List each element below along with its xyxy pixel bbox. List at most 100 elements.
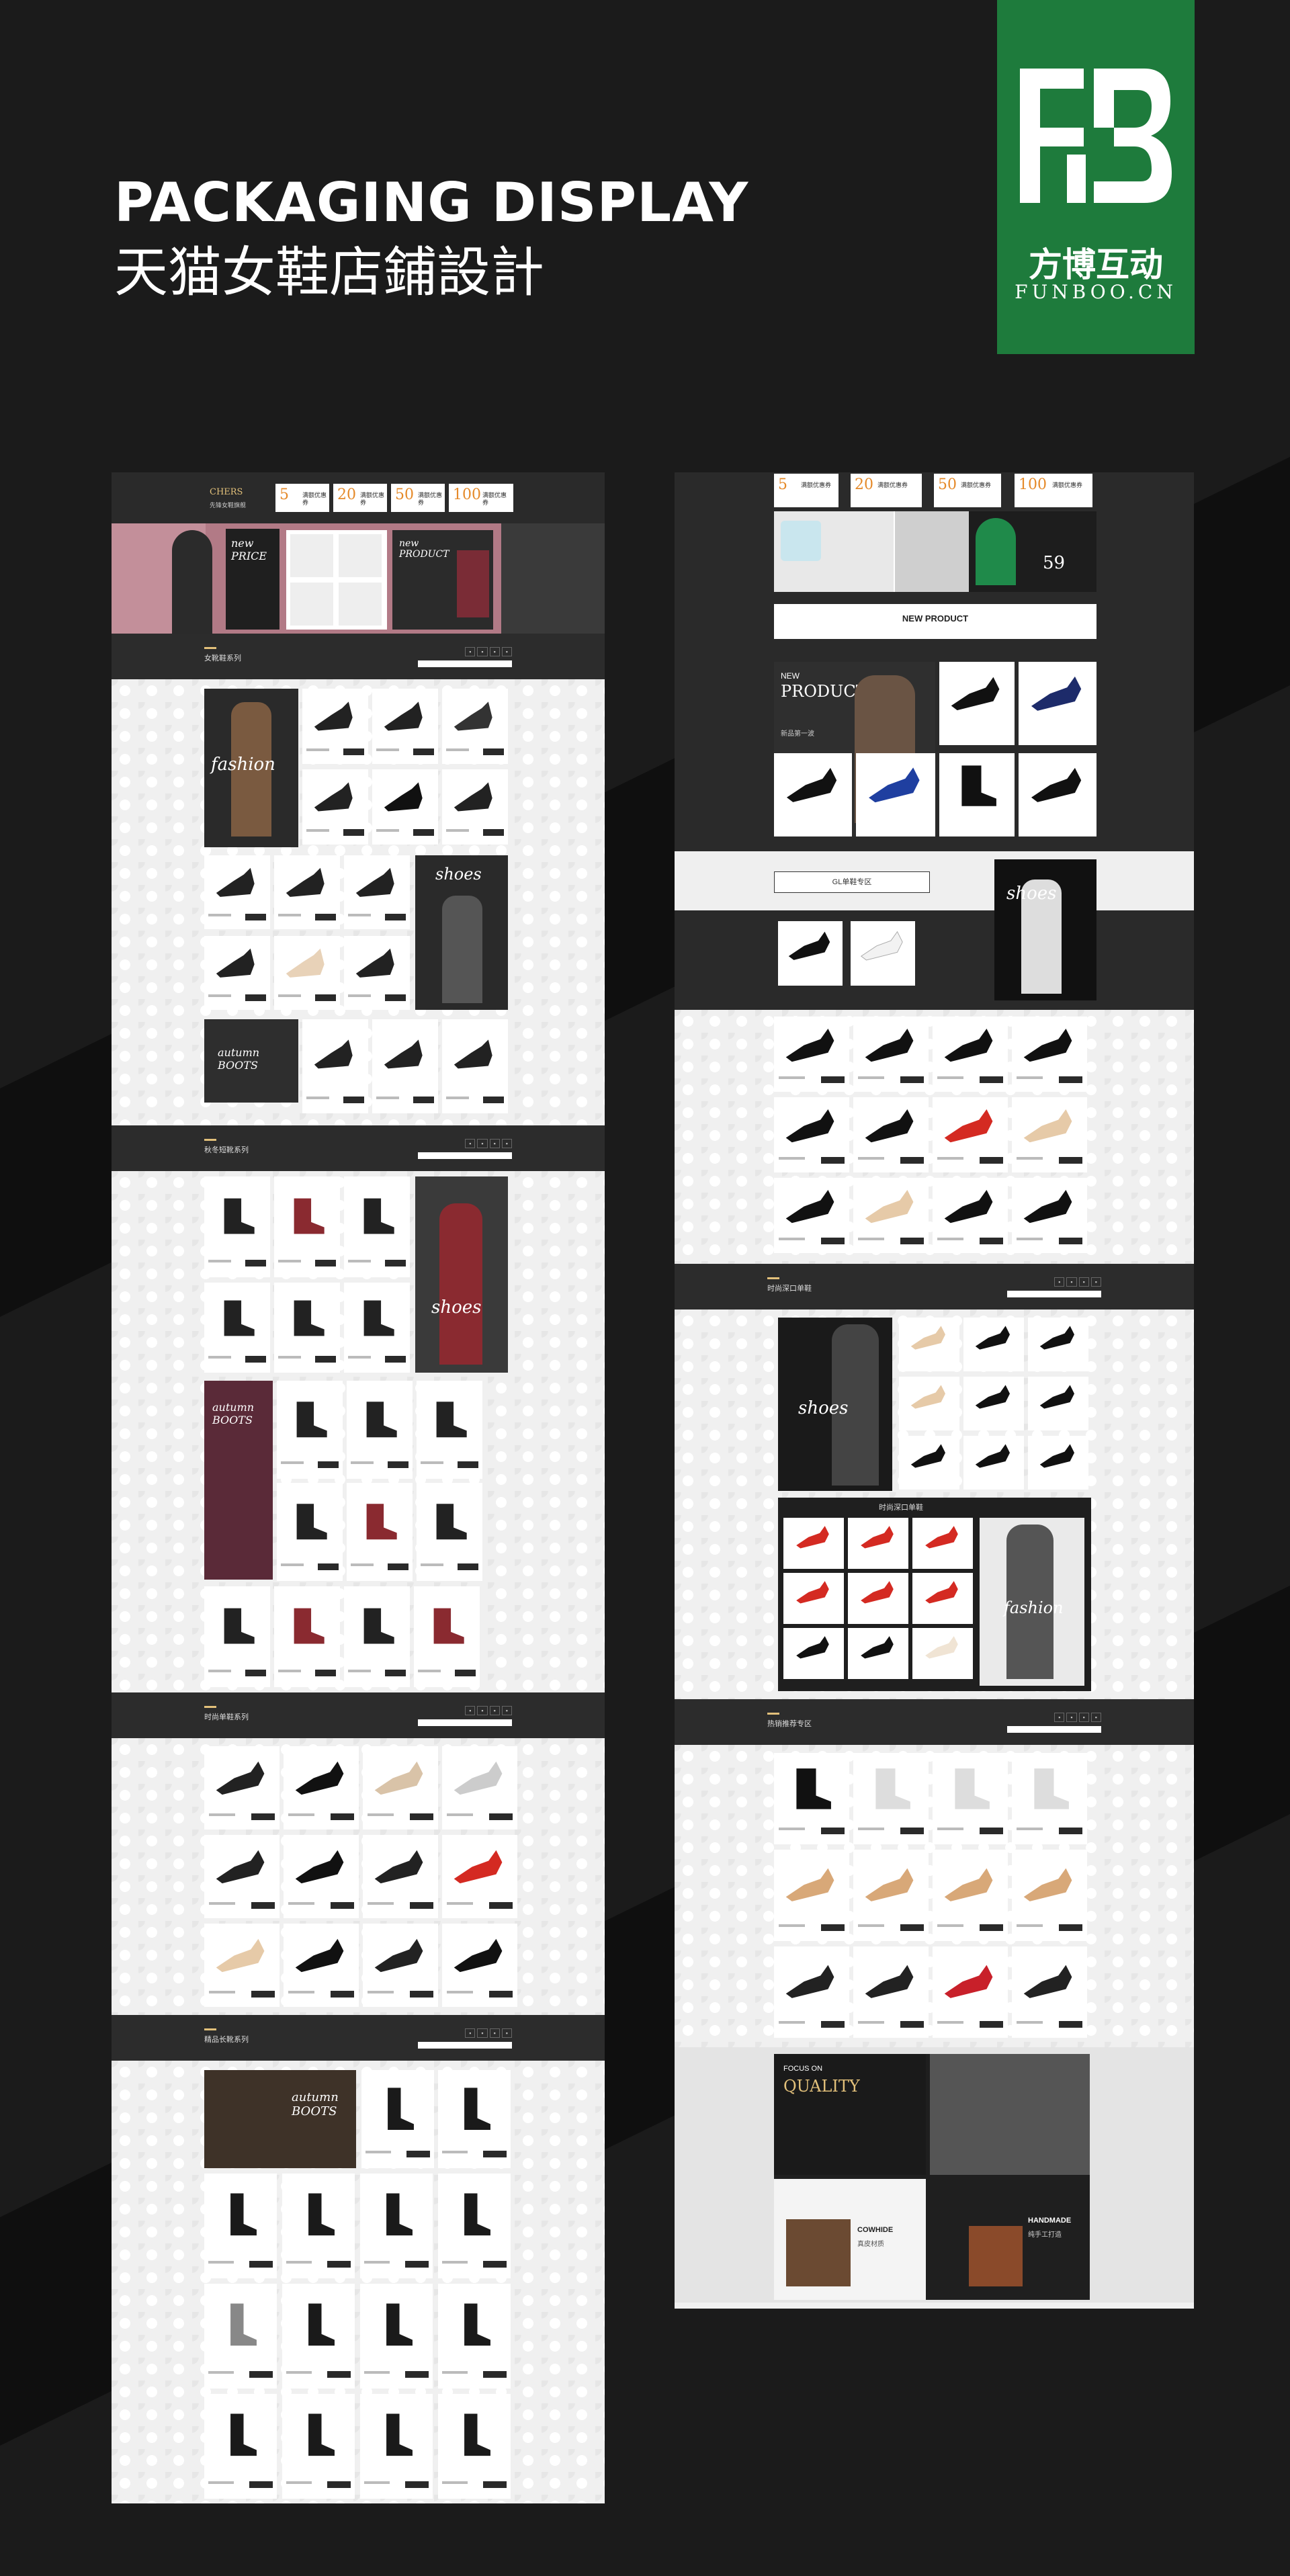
product-tile[interactable] xyxy=(344,1586,410,1687)
product-tile[interactable] xyxy=(1012,1850,1087,1941)
deep-mouth-shoes-promo[interactable]: shoes xyxy=(778,1318,892,1491)
product-tile[interactable] xyxy=(1028,1377,1088,1430)
shoes-promo-2[interactable]: shoes xyxy=(415,1176,508,1373)
coupon-100[interactable]: 100 满额优惠券 xyxy=(1015,474,1092,507)
right-section-search-1[interactable] xyxy=(1007,1291,1101,1297)
product-tile[interactable] xyxy=(372,1019,438,1113)
product-tile[interactable] xyxy=(204,1586,270,1687)
product-tile[interactable] xyxy=(274,936,340,1010)
product-tile[interactable] xyxy=(933,1017,1008,1092)
product-tile[interactable] xyxy=(933,1178,1008,1253)
product-tile[interactable] xyxy=(963,1318,1024,1371)
product-tile[interactable] xyxy=(361,2070,434,2168)
product-tile[interactable] xyxy=(363,1924,438,2007)
product-tile[interactable] xyxy=(933,1753,1008,1844)
left-banner[interactable]: new PRICE new PRODUCT xyxy=(112,523,605,634)
product-tile[interactable] xyxy=(899,1436,959,1490)
product-tile[interactable] xyxy=(939,662,1015,745)
product-tile[interactable] xyxy=(204,1924,280,2007)
right-section-tabs-1[interactable]: ▪ ▪ ▪ ▪ xyxy=(1052,1277,1101,1287)
product-tile[interactable] xyxy=(1012,1946,1087,2038)
product-tile[interactable] xyxy=(1012,1753,1087,1844)
product-tile[interactable] xyxy=(204,2394,277,2499)
coupon-100[interactable]: 100 满额优惠券 xyxy=(449,484,513,512)
product-tile[interactable] xyxy=(442,769,508,845)
product-tile[interactable] xyxy=(360,2284,433,2389)
product-tile[interactable] xyxy=(899,1318,959,1371)
product-tile[interactable] xyxy=(344,936,410,1010)
product-tile[interactable] xyxy=(848,1573,908,1624)
product-tile[interactable] xyxy=(284,1746,359,1830)
product-tile[interactable] xyxy=(438,2394,511,2499)
product-tile[interactable] xyxy=(1012,1097,1087,1172)
product-tile[interactable] xyxy=(912,1573,973,1624)
autumn-boots-promo-2[interactable]: autumn BOOTS xyxy=(204,1381,273,1580)
coupon-5[interactable]: 5 满额优惠券 xyxy=(275,484,329,512)
coupon-50[interactable]: 50 满额优惠券 xyxy=(934,474,1001,507)
product-tile[interactable] xyxy=(277,1381,343,1479)
right-banner[interactable]: 59 xyxy=(774,511,1096,592)
product-tile[interactable] xyxy=(856,753,935,836)
product-tile[interactable] xyxy=(302,1019,368,1113)
section-tabs-1[interactable]: ▪ ▪ ▪ ▪ xyxy=(463,647,512,656)
autumn-boots-promo-3[interactable]: autumn BOOTS xyxy=(204,2070,356,2168)
gl-zone-label[interactable]: GL单鞋专区 xyxy=(774,871,930,893)
section-search-4[interactable] xyxy=(418,2042,512,2049)
right-section-tabs-2[interactable]: ▪ ▪ ▪ ▪ xyxy=(1052,1713,1101,1722)
product-tile[interactable] xyxy=(204,936,270,1010)
product-tile[interactable] xyxy=(363,1835,438,1918)
product-tile[interactable] xyxy=(282,2284,355,2389)
product-tile[interactable] xyxy=(1019,753,1096,836)
product-tile[interactable] xyxy=(774,1850,849,1941)
product-tile[interactable] xyxy=(204,1176,270,1277)
product-tile[interactable] xyxy=(274,1176,340,1277)
product-tile[interactable] xyxy=(783,1573,844,1624)
product-tile[interactable] xyxy=(204,1746,280,1830)
coupon-5[interactable]: 5 满额优惠券 xyxy=(774,474,838,507)
product-tile[interactable] xyxy=(277,1483,343,1581)
section-search-1[interactable] xyxy=(418,660,512,667)
product-tile[interactable] xyxy=(438,2174,511,2278)
gl-shoes-promo[interactable]: shoes xyxy=(994,859,1096,1000)
product-tile[interactable] xyxy=(851,921,915,986)
product-tile[interactable] xyxy=(438,2070,511,2168)
product-tile[interactable] xyxy=(853,1946,929,2038)
coupon-20[interactable]: 20 满额优惠券 xyxy=(851,474,922,507)
product-tile[interactable] xyxy=(344,1176,410,1277)
product-tile[interactable] xyxy=(783,1628,844,1679)
product-tile[interactable] xyxy=(848,1628,908,1679)
fashion-promo[interactable]: fashion xyxy=(204,689,298,847)
product-tile[interactable] xyxy=(274,1586,340,1687)
product-tile[interactable] xyxy=(778,921,843,986)
product-tile[interactable] xyxy=(774,753,852,836)
product-tile[interactable] xyxy=(442,689,508,764)
product-tile[interactable] xyxy=(963,1436,1024,1490)
section-tabs-2[interactable]: ▪ ▪ ▪ ▪ xyxy=(463,1139,512,1148)
product-tile[interactable] xyxy=(284,1924,359,2007)
product-tile[interactable] xyxy=(933,1097,1008,1172)
product-tile[interactable] xyxy=(774,1097,849,1172)
product-tile[interactable] xyxy=(204,1283,270,1373)
product-tile[interactable] xyxy=(442,1019,508,1113)
product-tile[interactable] xyxy=(939,753,1015,836)
product-tile[interactable] xyxy=(912,1628,973,1679)
coupon-20[interactable]: 20 满额优惠券 xyxy=(333,484,387,512)
shoes-promo[interactable]: shoes xyxy=(415,855,508,1010)
product-tile[interactable] xyxy=(1012,1017,1087,1092)
product-tile[interactable] xyxy=(302,769,368,845)
product-tile[interactable] xyxy=(417,1381,482,1479)
product-tile[interactable] xyxy=(912,1518,973,1569)
product-tile[interactable] xyxy=(344,1283,410,1373)
section-tabs-3[interactable]: ▪ ▪ ▪ ▪ xyxy=(463,1706,512,1715)
section-search-2[interactable] xyxy=(418,1152,512,1159)
product-tile[interactable] xyxy=(853,1850,929,1941)
product-tile[interactable] xyxy=(438,2284,511,2389)
section-search-3[interactable] xyxy=(418,1719,512,1726)
product-tile[interactable] xyxy=(347,1483,413,1581)
product-tile[interactable] xyxy=(774,1946,849,2038)
product-tile[interactable] xyxy=(344,855,410,929)
product-tile[interactable] xyxy=(853,1097,929,1172)
coupon-50[interactable]: 50 满额优惠券 xyxy=(391,484,445,512)
product-tile[interactable] xyxy=(204,1835,280,1918)
product-tile[interactable] xyxy=(848,1518,908,1569)
